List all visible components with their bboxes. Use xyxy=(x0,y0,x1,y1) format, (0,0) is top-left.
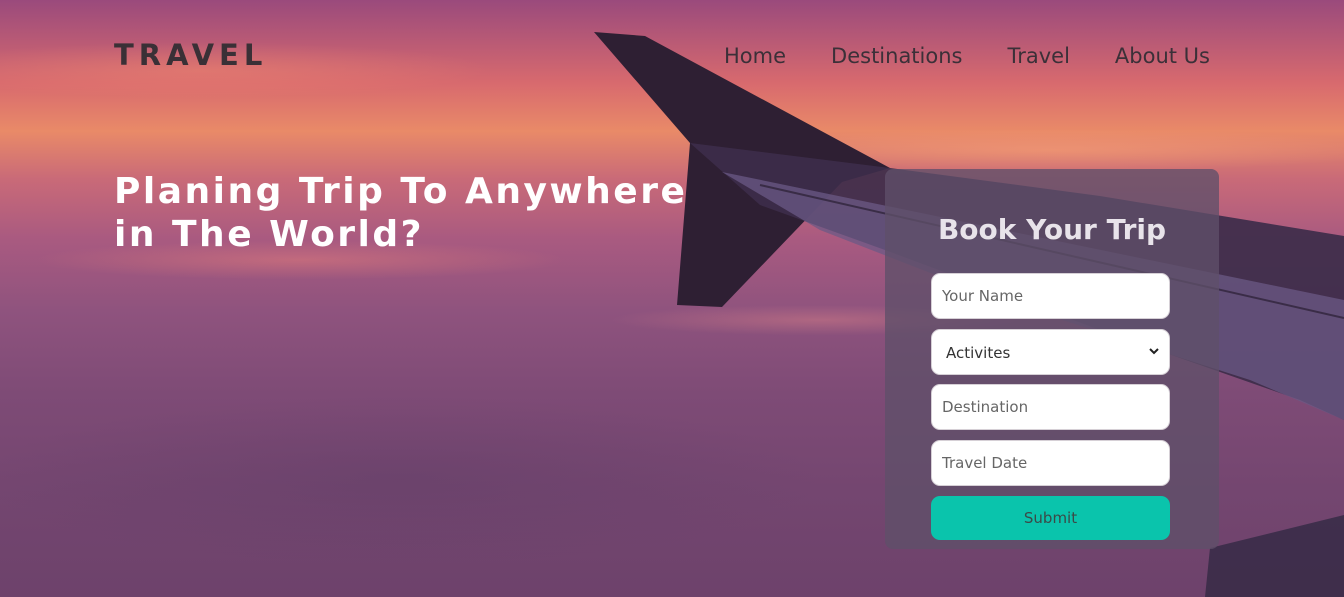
hero-headline-line1: Planing Trip To Anywhere xyxy=(114,171,688,212)
nav-travel-link[interactable]: Travel xyxy=(1007,44,1069,68)
hero-headline: Planing Trip To Anywhere in The World? xyxy=(114,170,714,256)
submit-button[interactable]: Submit xyxy=(931,496,1170,540)
site-logo[interactable]: TRAVEL xyxy=(114,38,267,72)
nav-destinations-link[interactable]: Destinations xyxy=(831,44,962,68)
hero-headline-line2: in The World? xyxy=(114,214,425,255)
activities-select-value: Activites xyxy=(946,344,1011,362)
main-nav: Home Destinations Travel About Us xyxy=(724,44,1210,68)
chevron-down-icon xyxy=(1149,348,1159,355)
travel-date-input[interactable] xyxy=(931,440,1170,486)
booking-title: Book Your Trip xyxy=(937,213,1167,246)
nav-about-us-link[interactable]: About Us xyxy=(1115,44,1210,68)
destination-input[interactable] xyxy=(931,384,1170,430)
name-input[interactable] xyxy=(931,273,1170,319)
hero-section: TRAVEL Home Destinations Travel About Us… xyxy=(0,0,1344,597)
nav-home-link[interactable]: Home xyxy=(724,44,786,68)
activities-select[interactable]: Activites xyxy=(931,329,1170,375)
